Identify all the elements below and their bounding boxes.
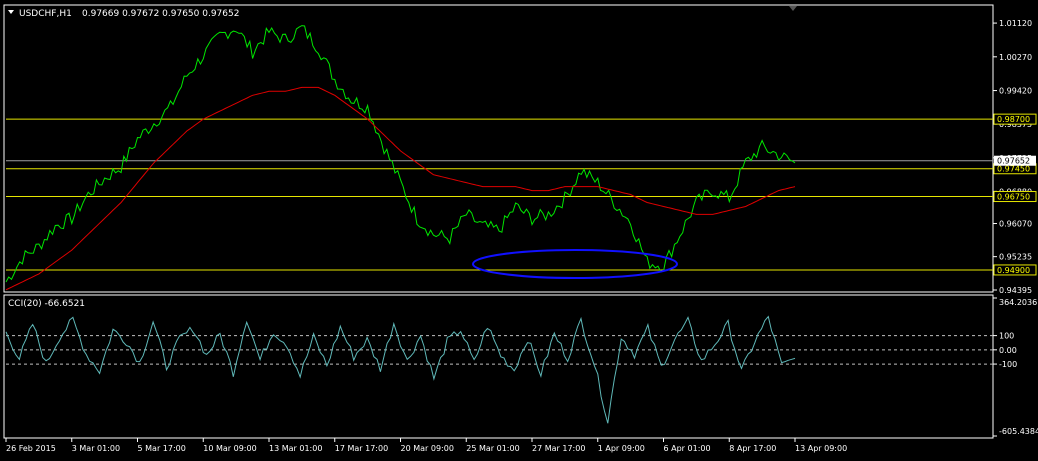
highlight-ellipse bbox=[472, 249, 678, 279]
cci-tick-label: 0.00 bbox=[999, 346, 1017, 355]
price-tick-label: 0.96070 bbox=[999, 220, 1032, 229]
time-tick-label: 17 Mar 17:00 bbox=[335, 444, 388, 453]
level-lines bbox=[6, 118, 993, 271]
symbol-label: USDCHF,H1 bbox=[19, 9, 72, 19]
time-tick-label: 10 Mar 09:00 bbox=[203, 444, 256, 453]
quote-label: 0.97669 0.97672 0.97650 0.97652 bbox=[82, 9, 239, 19]
chart-canvas[interactable]: USDCHF,H1 0.97669 0.97672 0.97650 0.9765… bbox=[0, 0, 1038, 457]
level-tag-label: 0.94900 bbox=[997, 266, 1030, 275]
indicator-panel-frame bbox=[3, 294, 994, 439]
time-tick-label: 8 Apr 17:00 bbox=[729, 444, 776, 453]
cci-axis: 364.2036 100 0.00 -100 -605.4384 bbox=[993, 297, 1038, 437]
cci-line bbox=[5, 315, 796, 424]
time-tick-label: 13 Mar 01:00 bbox=[269, 444, 322, 453]
cci-lines bbox=[5, 315, 993, 424]
moving-average-line bbox=[5, 86, 796, 291]
level-tag-label: 0.98700 bbox=[997, 115, 1030, 124]
price-panel-frame bbox=[3, 4, 994, 293]
price-tick-label: 0.94395 bbox=[999, 286, 1032, 295]
time-tick-label: 13 Apr 09:00 bbox=[795, 444, 847, 453]
price-tick-label: 0.99420 bbox=[999, 87, 1032, 96]
price-tick-label: 0.95235 bbox=[999, 253, 1032, 262]
time-tick-label: 5 Mar 17:00 bbox=[138, 444, 186, 453]
time-tick-label: 1 Apr 09:00 bbox=[598, 444, 645, 453]
shift-marker-icon[interactable] bbox=[789, 6, 797, 11]
cci-tick-label: 100 bbox=[999, 332, 1014, 341]
cci-tick-label: -100 bbox=[999, 360, 1017, 369]
price-tick-label: 1.01120 bbox=[999, 19, 1032, 28]
price-tick-label: 1.00270 bbox=[999, 53, 1032, 62]
indicator-title: CCI(20) -66.6521 bbox=[8, 299, 85, 309]
price-line bbox=[5, 25, 796, 283]
current-price-label: 0.97652 bbox=[997, 157, 1030, 166]
level-tag-label: 0.96750 bbox=[997, 193, 1030, 202]
cci-tick-label: 364.2036 bbox=[999, 298, 1037, 307]
time-axis: 26 Feb 2015 3 Mar 01:00 5 Mar 17:00 10 Mar … bbox=[5, 438, 847, 453]
level-tag-label: 0.97450 bbox=[997, 165, 1030, 174]
time-tick-label: 20 Mar 09:00 bbox=[401, 444, 454, 453]
chart-window: USDCHF,H1 0.97669 0.97672 0.97650 0.9765… bbox=[0, 0, 1038, 457]
time-tick-label: 26 Feb 2015 bbox=[6, 444, 56, 453]
cci-tick-label: -605.4384 bbox=[999, 427, 1038, 436]
time-tick-label: 6 Apr 01:00 bbox=[664, 444, 711, 453]
price-lines bbox=[5, 25, 796, 291]
time-tick-label: 3 Mar 01:00 bbox=[72, 444, 120, 453]
time-tick-label: 25 Mar 01:00 bbox=[466, 444, 519, 453]
price-axis: 1.011201.002700.994200.985750.977250.968… bbox=[993, 19, 1037, 295]
menu-arrow-icon[interactable] bbox=[8, 10, 14, 14]
time-tick-label: 27 Mar 17:00 bbox=[532, 444, 585, 453]
